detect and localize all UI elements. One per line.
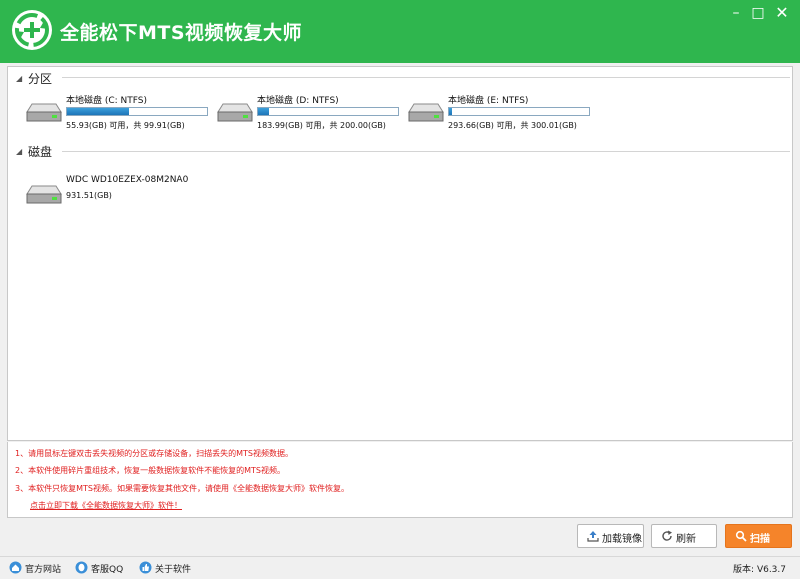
disk-name: WDC WD10EZEX-08M2NA0	[66, 175, 188, 185]
recycle-plus-logo-icon	[11, 9, 53, 51]
partition-capacity: 55.93(GB) 可用，共 99.91(GB)	[66, 120, 185, 131]
notice-line-2: 2、本软件使用碎片重组技术，恢复一般数据恢复软件不能恢复的MTS视频。	[15, 465, 285, 476]
section-divider	[62, 151, 790, 152]
usage-bar-fill	[258, 108, 269, 115]
disk-section-header[interactable]: ◢磁盘	[16, 143, 52, 159]
collapse-triangle-icon[interactable]: ◢	[16, 147, 26, 156]
usage-bar	[257, 107, 399, 116]
partition-capacity: 293.66(GB) 可用，共 300.01(GB)	[448, 120, 577, 131]
qq-icon	[75, 561, 88, 574]
usage-bar	[66, 107, 208, 116]
search-icon	[735, 530, 747, 542]
partition-section-label: 分区	[28, 72, 52, 86]
status-bar: 官方网站 客服QQ 关于软件 版本: V6.3.7	[0, 556, 800, 579]
refresh-icon	[661, 530, 673, 542]
disk-capacity: 931.51(GB)	[66, 191, 112, 200]
partition-section-header[interactable]: ◢分区	[16, 70, 52, 86]
section-divider	[62, 77, 790, 78]
notice-line-1: 1、请用鼠标左键双击丢失视频的分区或存储设备，扫描丢失的MTS视频数据。	[15, 448, 293, 459]
version-label: 版本: V6.3.7	[733, 562, 786, 575]
partition-name: 本地磁盘 (C: NTFS)	[66, 93, 147, 106]
close-button[interactable]: ✕	[772, 4, 792, 22]
load-image-button[interactable]: 加载镜像	[577, 524, 644, 548]
refresh-label: 刷新	[676, 530, 696, 545]
hard-drive-icon	[408, 100, 444, 124]
home-icon	[9, 561, 22, 574]
notice-panel: 1、请用鼠标左键双击丢失视频的分区或存储设备，扫描丢失的MTS视频数据。 2、本…	[7, 442, 793, 518]
notice-line-3: 3、本软件只恢复MTS视频。如果需要恢复其他文件，请使用《全能数据恢复大师》软件…	[15, 483, 349, 494]
disk-section-label: 磁盘	[28, 145, 52, 159]
usage-bar-fill	[449, 108, 452, 115]
scan-label: 扫描	[750, 530, 770, 545]
download-link[interactable]: 点击立即下载《全能数据恢复大师》软件！	[30, 500, 182, 511]
website-label: 官方网站	[25, 562, 61, 575]
maximize-button[interactable]: □	[748, 4, 768, 22]
load-image-label: 加载镜像	[602, 530, 642, 545]
app-title: 全能松下MTS视频恢复大师	[60, 18, 302, 45]
usage-bar	[448, 107, 590, 116]
partition-capacity: 183.99(GB) 可用，共 200.00(GB)	[257, 120, 386, 131]
scan-button[interactable]: 扫描	[725, 524, 792, 548]
hard-drive-icon	[26, 100, 62, 124]
partition-name: 本地磁盘 (D: NTFS)	[257, 93, 339, 106]
thumbs-up-icon	[139, 561, 152, 574]
partition-name: 本地磁盘 (E: NTFS)	[448, 93, 528, 106]
refresh-button[interactable]: 刷新	[651, 524, 717, 548]
collapse-triangle-icon[interactable]: ◢	[16, 74, 26, 83]
hard-drive-icon	[217, 100, 253, 124]
minimize-button[interactable]: –	[726, 4, 746, 22]
drive-panel: ◢分区 本地磁盘 (C: NTFS) 55.93(GB) 可用，共 99.91(…	[7, 66, 793, 441]
upload-icon	[587, 530, 599, 542]
title-bar: 全能松下MTS视频恢复大师 – □ ✕	[0, 0, 800, 63]
usage-bar-fill	[67, 108, 129, 115]
qq-label: 客服QQ	[91, 562, 123, 575]
hard-drive-icon	[26, 182, 62, 206]
about-label: 关于软件	[155, 562, 191, 575]
